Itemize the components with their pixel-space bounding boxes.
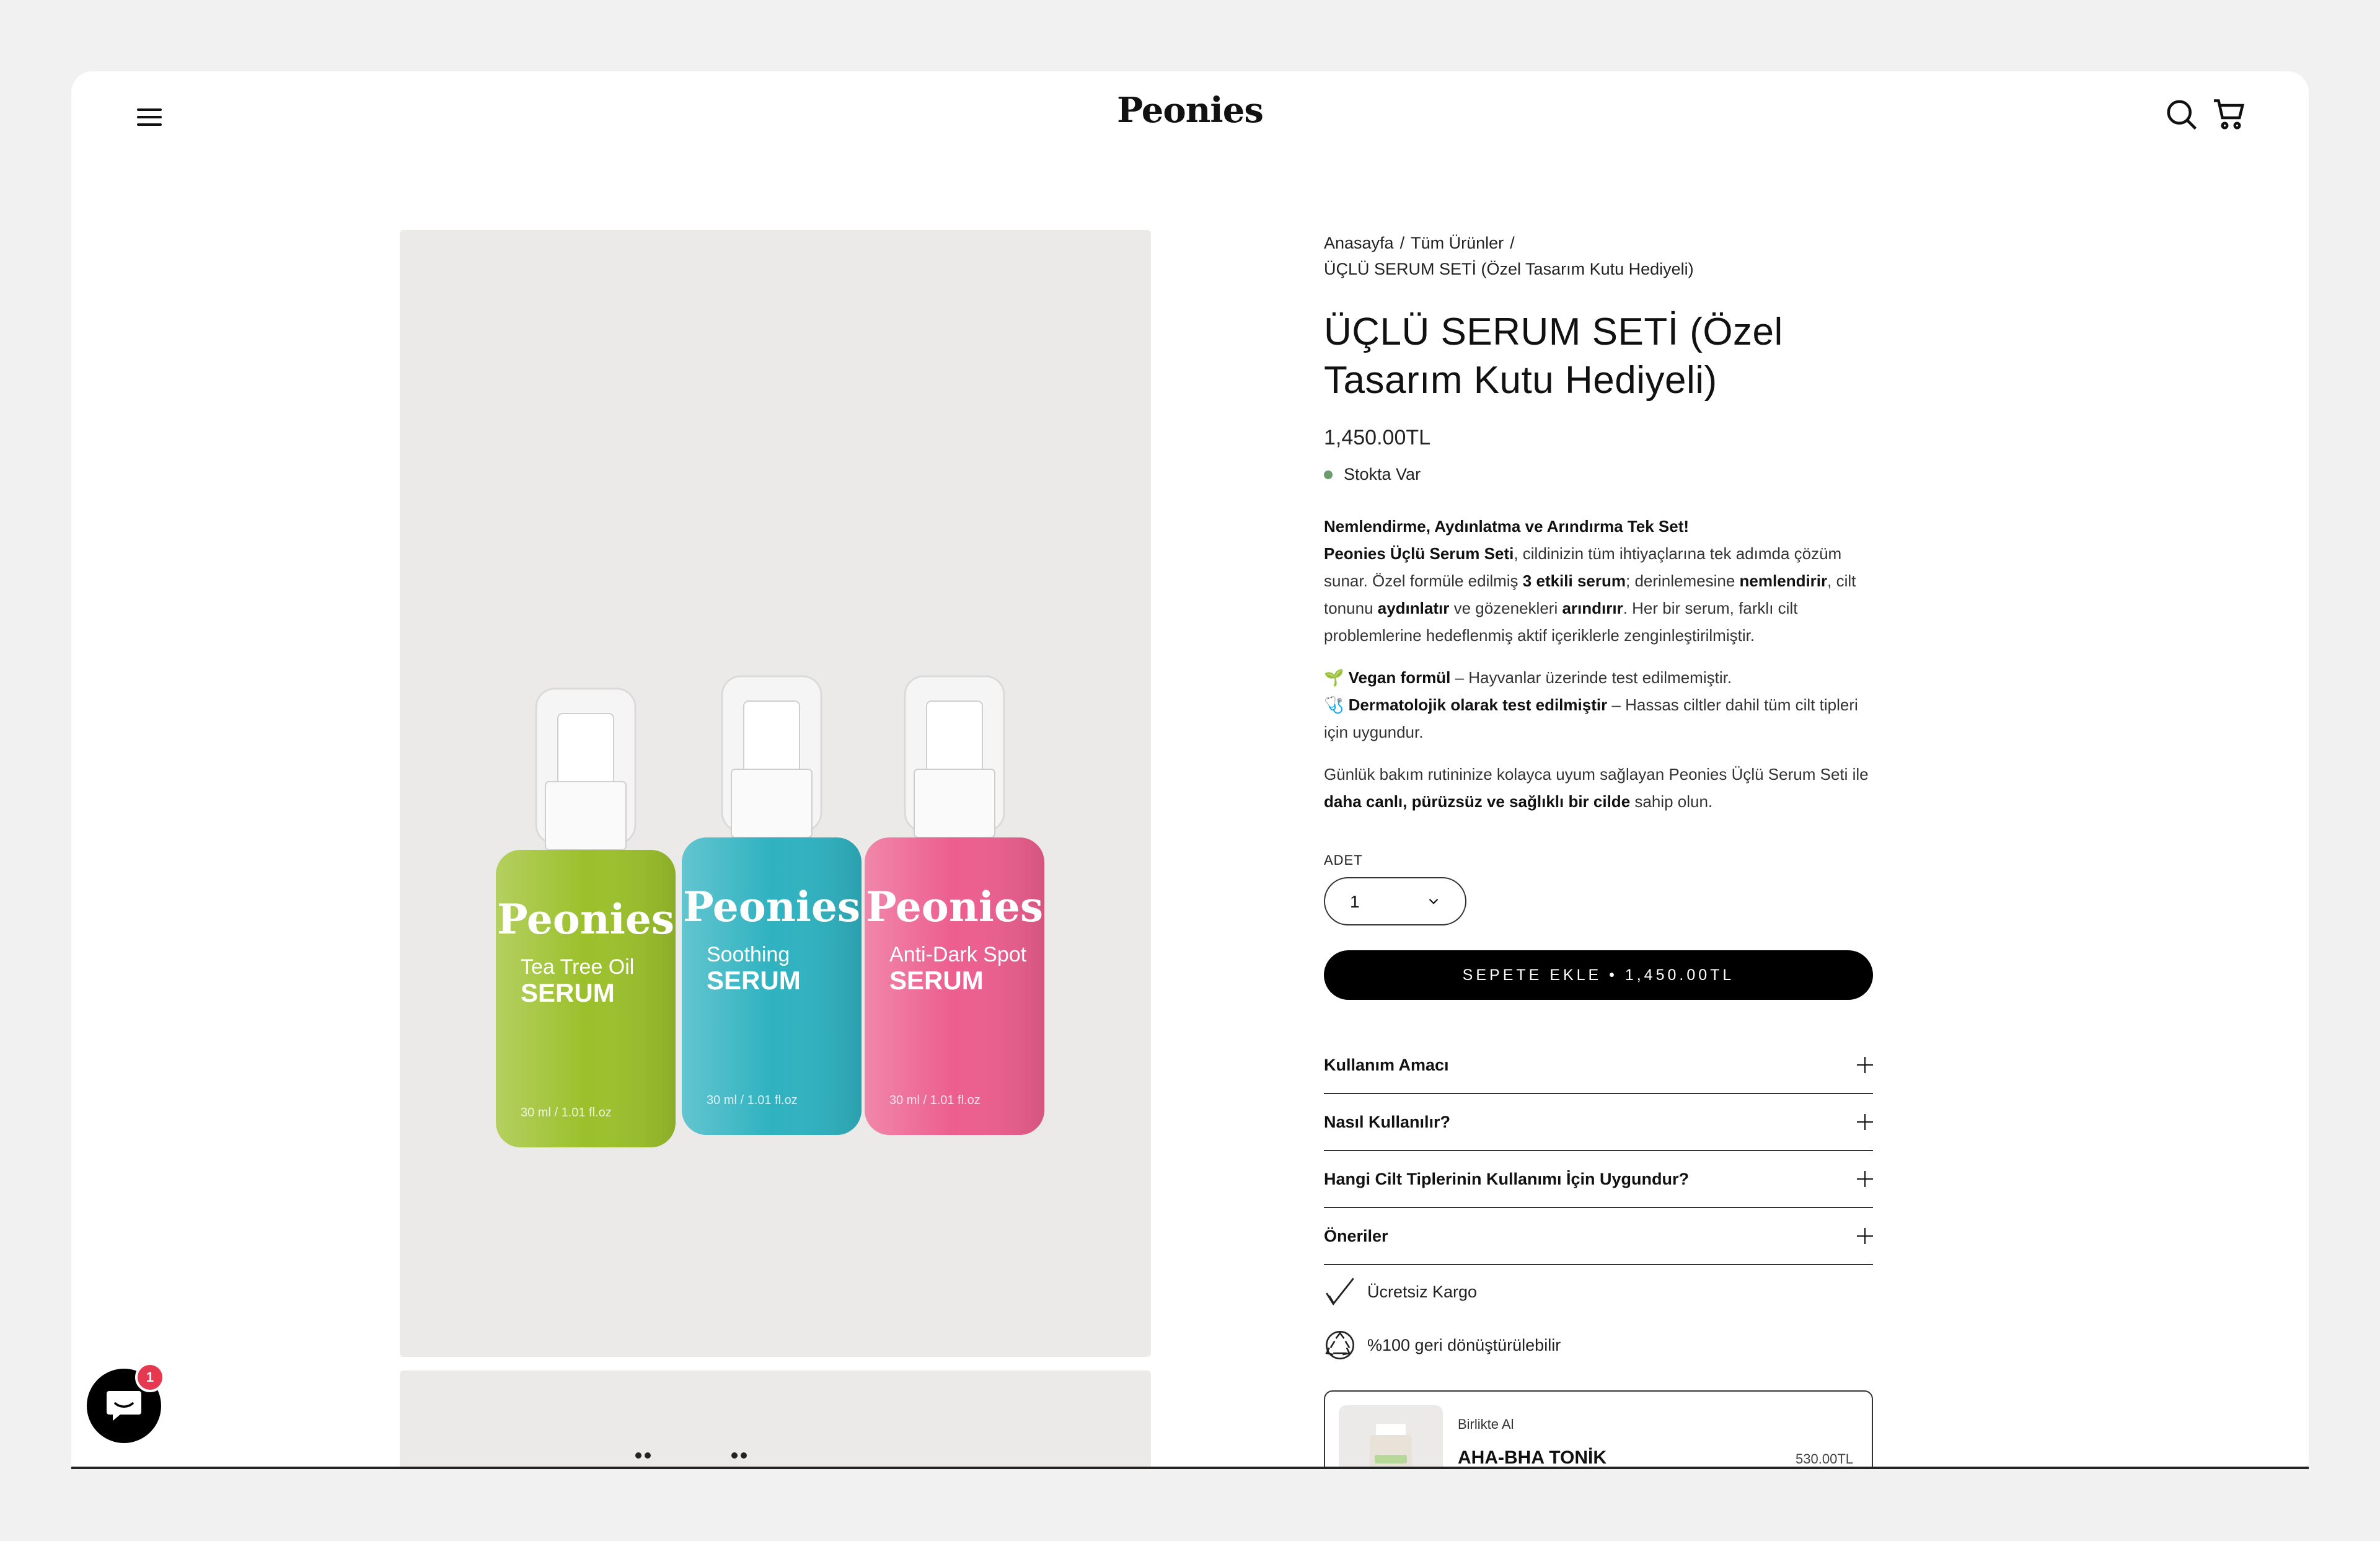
product-image-main[interactable]: Peonies Tea Tree Oil SERUM 30 ml / 1.01 fl.… [400,230,1151,1357]
product-accordion: Kullanım Amacı Nasıl Kullanılır? Hangi C… [1324,1037,1873,1265]
bottle-brand-label: Peonies [497,895,674,943]
bottle-line1-label: Soothing [707,943,790,966]
bottle-line1-label: Tea Tree Oil [521,955,634,979]
feature-recyclable: %100 geri dönüştürülebilir [1324,1318,1873,1372]
quantity-label: ADET [1324,852,1363,868]
serum-bottle: Peonies SoothingSERUM 30 ml / 1.01 fl.oz [682,675,862,1135]
stock-status: Stokta Var [1324,465,1873,484]
site-header: Peonies [71,71,2309,164]
browser-page: Peonies Peonies Tea Tree Oil SERUM 30 ml / … [71,71,2309,1469]
plus-icon [1857,1171,1873,1187]
search-icon[interactable] [2163,96,2200,133]
upsell-product-price: 530.00TL [1796,1451,1853,1467]
bottle-volume-label: 30 ml / 1.01 fl.oz [521,1106,612,1119]
plus-icon [1857,1228,1873,1244]
chat-notification-badge: 1 [135,1362,165,1392]
upsell-label: Birlikte Al [1458,1416,1514,1432]
checkmark-icon [1326,1278,1354,1305]
upsell-product-name: AHA-BHA TONİK [1458,1447,1606,1468]
bottle-brand-label: Peonies [683,883,860,931]
plus-icon [1857,1057,1873,1073]
hamburger-menu-button[interactable] [132,100,167,135]
bottle-line2-label: SERUM [707,966,801,995]
serum-bottles-illustration: PeoniesTea Tree OilSERUM30 ml / 1.01 fl.… [496,675,1044,1147]
quantity-value: 1 [1350,892,1360,911]
stock-dot-icon [1324,470,1333,479]
breadcrumb-all-products[interactable]: Tüm Ürünler [1411,234,1504,252]
bottle-volume-label: 30 ml / 1.01 fl.oz [889,1093,981,1107]
bottle-line2-label: SERUM [521,978,615,1007]
quantity-select[interactable]: 1 [1324,877,1466,925]
product-description: Nemlendirme, Aydınlatma ve Arındırma Tek… [1324,517,1869,811]
add-to-cart-button[interactable]: SEPETE EKLE • 1,450.00TL [1324,950,1873,1000]
serum-bottle: Peonies Tea Tree OilSERUM 30 ml / 1.01 fl.… [496,687,676,1147]
chat-widget-button[interactable]: 1 [87,1362,165,1443]
bottle-volume-label: 30 ml / 1.01 fl.oz [707,1093,798,1107]
serum-bottle: Peonies Anti-Dark SpotSERUM 30 ml / 1.01 f… [865,675,1044,1135]
product-info: Anasayfa / Tüm Ürünler / ÜÇLÜ SERUM SETİ (Ö… [1324,230,1873,1468]
bottle-brand-label: Peonies [866,883,1043,931]
recycle-icon [1325,1331,1354,1359]
product-price: 1,450.00TL [1324,426,1431,449]
chat-bubble-icon [107,1391,141,1421]
cart-icon[interactable] [2211,96,2248,133]
site-logo[interactable]: Peonies [1117,90,1264,131]
breadcrumb: Anasayfa / Tüm Ürünler / ÜÇLÜ SERUM SETİ (Ö… [1324,234,1694,278]
upsell-product-image [1339,1405,1443,1467]
dermatology-icon: 🩺 [1324,695,1344,714]
bottle-line2-label: SERUM [889,966,984,995]
accordion-recommendations[interactable]: Öneriler [1324,1208,1873,1265]
product-title: ÜÇLÜ SERUM SETİ (Özel Tasarım Kutu Hediy… [1324,311,1783,402]
breadcrumb-current: ÜÇLÜ SERUM SETİ (Özel Tasarım Kutu Hediy… [1324,260,1694,278]
plus-icon [1857,1114,1873,1130]
vegan-icon: 🌱 [1324,668,1344,687]
accordion-usage-purpose[interactable]: Kullanım Amacı [1324,1037,1873,1094]
stock-label: Stokta Var [1344,465,1421,483]
accordion-how-to-use[interactable]: Nasıl Kullanılır? [1324,1094,1873,1151]
hamburger-icon [137,108,162,111]
accordion-skin-types[interactable]: Hangi Cilt Tiplerinin Kullanımı İçin Uyg… [1324,1151,1873,1208]
feature-free-shipping: Ücretsiz Kargo [1324,1265,1873,1318]
bottle-line1-label: Anti-Dark Spot [889,943,1027,966]
breadcrumb-home[interactable]: Anasayfa [1324,234,1394,252]
description-headline: Nemlendirme, Aydınlatma ve Arındırma Tek… [1324,517,1690,536]
upsell-card[interactable]: Birlikte Al AHA-BHA TONİK 530.00TL [1324,1390,1873,1468]
product-image-secondary[interactable] [400,1371,1151,1467]
chevron-down-icon [1429,898,1439,904]
